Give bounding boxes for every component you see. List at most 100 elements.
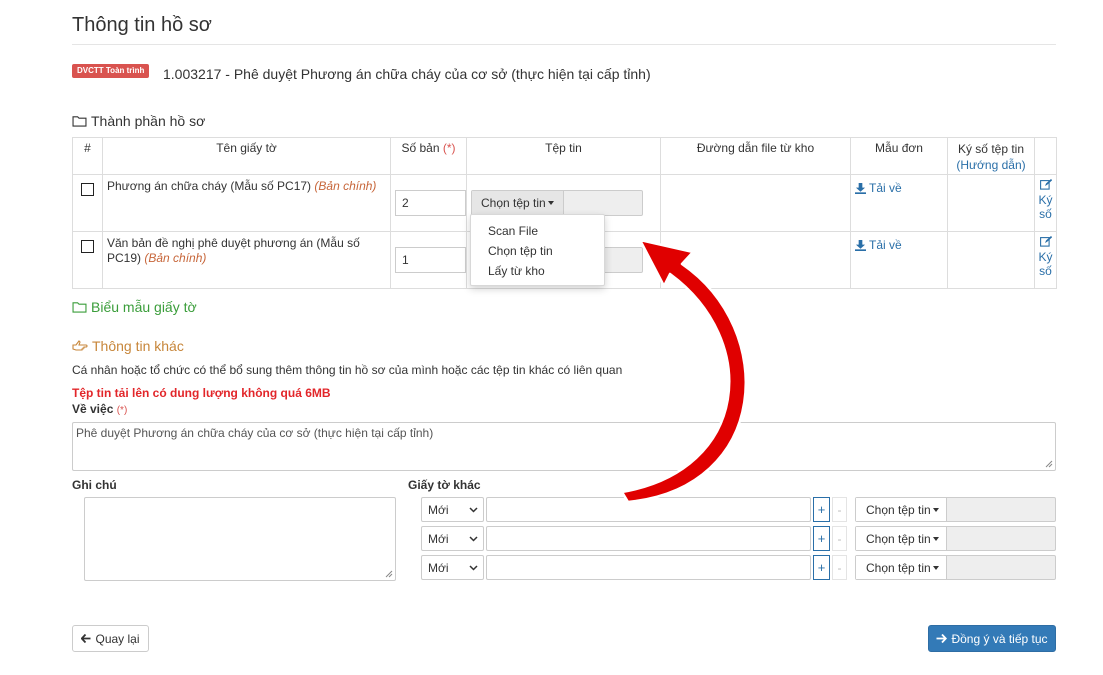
download-icon xyxy=(855,182,866,194)
doc-type-select[interactable]: Mới xyxy=(421,555,484,580)
other-doc-name-input[interactable] xyxy=(486,526,811,551)
choose-file-label: Chọn tệp tin xyxy=(481,196,546,210)
arrow-right-icon xyxy=(936,634,948,643)
copies-cell: 1 xyxy=(390,231,467,289)
sign-label-2: số xyxy=(1039,264,1052,278)
form-cell: Tải về xyxy=(850,231,948,289)
row-checkbox-cell xyxy=(72,231,103,289)
original-tag: (Bản chính) xyxy=(314,179,377,193)
subject-value: Phê duyệt Phương án chữa cháy của cơ sở … xyxy=(76,426,434,440)
doc-name: Phương án chữa cháy (Mẫu số PC17) xyxy=(107,179,312,193)
choose-file-label: Chọn tệp tin xyxy=(866,560,931,575)
file-size-warning: Tệp tin tải lên có dung lượng không quá … xyxy=(72,386,331,400)
sign-label-1: Ký xyxy=(1038,250,1053,264)
note-label: Ghi chú xyxy=(72,478,117,492)
resize-grip-icon xyxy=(1045,460,1053,468)
other-doc-file-picker: Chọn tệp tin xyxy=(855,497,1056,522)
col-name: Tên giấy tờ xyxy=(102,137,391,175)
file-picker: Chọn tệp tin xyxy=(471,190,643,216)
download-label: Tải về xyxy=(869,238,902,252)
remove-row-button[interactable]: - xyxy=(832,526,847,551)
doc-type-select[interactable]: Mới xyxy=(421,497,484,522)
col-storage-path: Đường dẫn file từ kho xyxy=(660,137,851,175)
choose-file-button[interactable]: Chọn tệp tin xyxy=(856,498,947,521)
doc-name-cell: Văn bản đề nghị phê duyệt phương án (Mẫu… xyxy=(102,231,391,289)
documents-section-title: Thành phần hồ sơ xyxy=(72,113,205,129)
add-row-button[interactable]: + xyxy=(813,555,830,580)
menu-item-scan-file[interactable]: Scan File xyxy=(471,221,604,241)
other-docs-label: Giấy tờ khác xyxy=(408,478,481,492)
copies-input[interactable]: 2 xyxy=(395,190,466,216)
forms-section-label: Biểu mẫu giấy tờ xyxy=(91,299,197,315)
other-doc-name-input[interactable] xyxy=(486,555,811,580)
page-title: Thông tin hồ sơ xyxy=(72,14,212,36)
doc-type-value: Mới xyxy=(428,531,449,546)
agree-continue-button[interactable]: Đồng ý và tiếp tục xyxy=(928,625,1056,652)
title-divider xyxy=(72,44,1056,45)
chevron-down-icon xyxy=(469,564,478,571)
doc-type-value: Mới xyxy=(428,560,449,575)
subject-textarea[interactable]: Phê duyệt Phương án chữa cháy của cơ sở … xyxy=(72,422,1056,471)
copies-cell: 2 xyxy=(390,174,467,232)
other-doc-row: Mới + - xyxy=(421,526,847,551)
other-doc-row: Mới + - xyxy=(421,555,847,580)
subject-label-text: Về việc xyxy=(72,402,114,416)
choose-file-label: Chọn tệp tin xyxy=(866,502,931,517)
resize-grip-icon xyxy=(385,570,393,578)
col-actions xyxy=(1034,137,1057,175)
row-checkbox[interactable] xyxy=(81,240,94,253)
table-header-row: # Tên giấy tờ Số bản (*) Tệp tin Đường d… xyxy=(72,137,1057,175)
download-link[interactable]: Tải về xyxy=(855,181,943,195)
form-cell: Tải về xyxy=(850,174,948,232)
download-link[interactable]: Tải về xyxy=(855,238,943,252)
choose-file-button[interactable]: Chọn tệp tin xyxy=(472,191,564,215)
sign-guide-link[interactable]: (Hướng dẫn) xyxy=(956,158,1025,172)
file-source-dropdown: Scan File Chọn tệp tin Lấy từ kho xyxy=(470,214,605,286)
col-sign-label: Ký số tệp tin xyxy=(957,142,1025,156)
other-info-label: Thông tin khác xyxy=(92,338,184,354)
choose-file-label: Chọn tệp tin xyxy=(866,531,931,546)
doc-type-value: Mới xyxy=(428,502,449,517)
original-tag: (Bản chính) xyxy=(144,251,207,265)
download-label: Tải về xyxy=(869,181,902,195)
folder-open-icon xyxy=(72,302,87,313)
menu-item-choose-file[interactable]: Chọn tệp tin xyxy=(471,241,604,261)
edit-icon xyxy=(1039,236,1052,247)
add-row-button[interactable]: + xyxy=(813,526,830,551)
col-index: # xyxy=(72,137,103,175)
menu-item-from-storage[interactable]: Lấy từ kho xyxy=(471,261,604,281)
procedure-title: 1.003217 - Phê duyệt Phương án chữa cháy… xyxy=(163,66,651,82)
add-row-button[interactable]: + xyxy=(813,497,830,522)
doc-name-cell: Phương án chữa cháy (Mẫu số PC17) (Bản c… xyxy=(102,174,391,232)
edit-icon xyxy=(1039,179,1052,190)
other-doc-file-picker: Chọn tệp tin xyxy=(855,555,1056,580)
chevron-down-icon xyxy=(469,506,478,513)
sign-label-2: số xyxy=(1039,207,1052,221)
back-button[interactable]: Quay lại xyxy=(72,625,149,652)
choose-file-button[interactable]: Chọn tệp tin xyxy=(856,556,947,579)
copies-input[interactable]: 1 xyxy=(395,247,466,273)
remove-row-button[interactable]: - xyxy=(832,555,847,580)
choose-file-button[interactable]: Chọn tệp tin xyxy=(856,527,947,550)
doc-type-select[interactable]: Mới xyxy=(421,526,484,551)
note-textarea[interactable] xyxy=(84,497,396,581)
sign-cell xyxy=(947,174,1035,232)
col-form: Mẫu đơn xyxy=(850,137,948,175)
sign-button[interactable]: Ký số xyxy=(1036,179,1055,221)
row-checkbox[interactable] xyxy=(81,183,94,196)
sign-label-1: Ký xyxy=(1038,193,1053,207)
hand-point-right-icon xyxy=(72,340,88,351)
col-file: Tệp tin xyxy=(466,137,661,175)
sign-button[interactable]: Ký số xyxy=(1036,236,1055,278)
sign-cell xyxy=(947,231,1035,289)
col-copies: Số bản (*) xyxy=(390,137,467,175)
folder-open-icon xyxy=(72,116,87,127)
col-copies-label: Số bản xyxy=(401,141,440,155)
forms-section-title[interactable]: Biểu mẫu giấy tờ xyxy=(72,299,197,315)
remove-row-button[interactable]: - xyxy=(832,497,847,522)
other-doc-file-picker: Chọn tệp tin xyxy=(855,526,1056,551)
back-label: Quay lại xyxy=(95,631,140,646)
subject-required-mark: (*) xyxy=(116,405,128,416)
arrow-left-icon xyxy=(81,634,91,643)
caret-down-icon xyxy=(547,201,554,205)
